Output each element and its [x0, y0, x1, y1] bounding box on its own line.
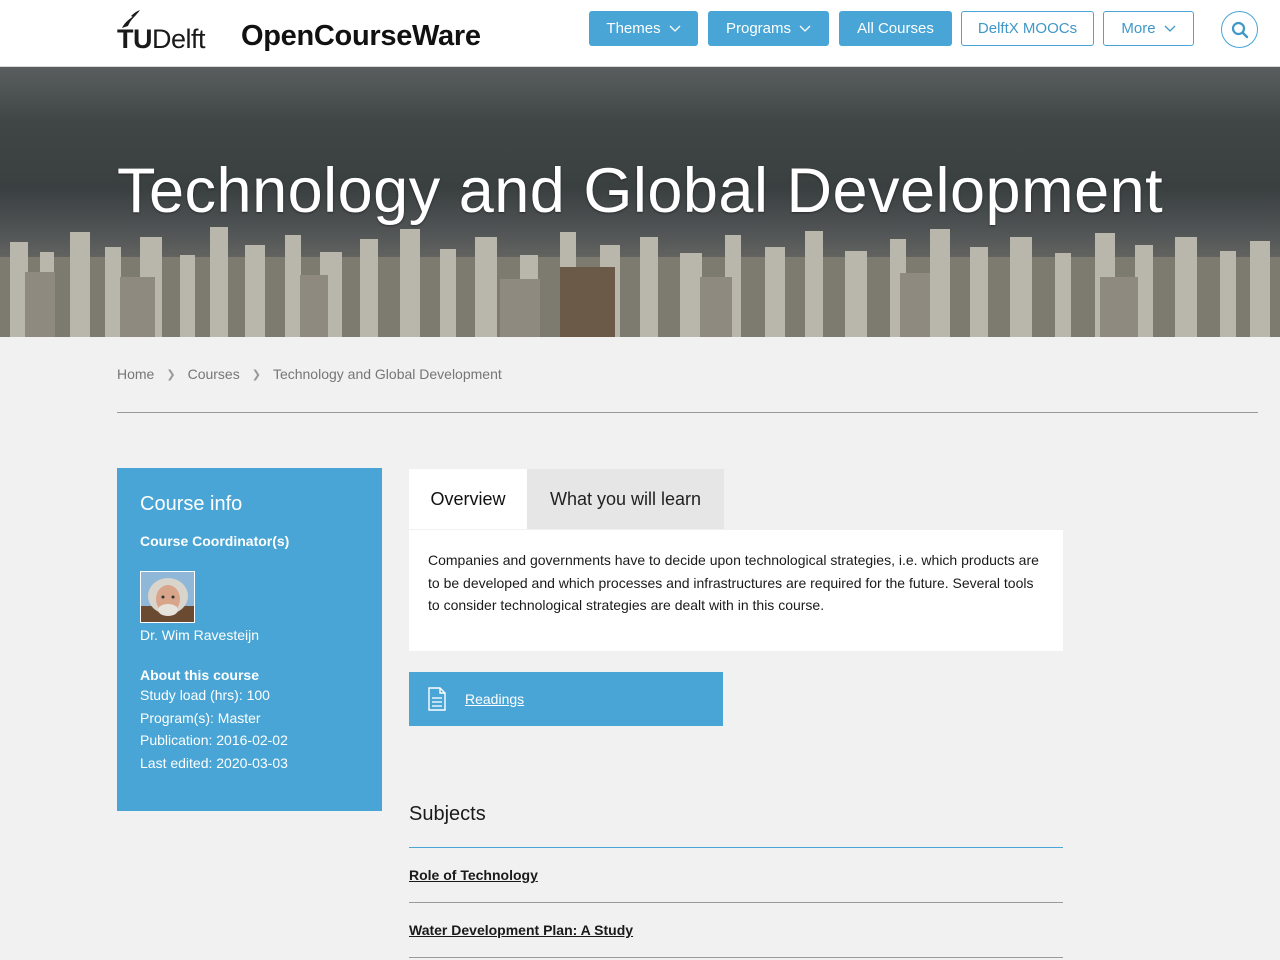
- city-skyline-image: [0, 227, 1280, 337]
- hero-banner: Technology and Global Development: [0, 67, 1280, 337]
- tu-delft-logo[interactable]: TUDelft: [117, 10, 217, 54]
- programs: Program(s): Master: [140, 709, 261, 726]
- coordinator-name: Dr. Wim Ravesteijn: [140, 627, 260, 643]
- chevron-right-icon: ❯: [251, 368, 261, 381]
- site-header: TUDelft OpenCourseWare Themes Programs A…: [0, 0, 1280, 67]
- readings-card[interactable]: Readings: [409, 672, 723, 726]
- nav-all-courses-button[interactable]: All Courses: [839, 11, 952, 46]
- chevron-down-icon: [799, 25, 811, 32]
- subjects-heading: Subjects: [409, 803, 486, 825]
- document-icon: [428, 687, 446, 711]
- nav-delftx-moocs-label: DelftX MOOCs: [977, 20, 1078, 37]
- tab-what-you-will-learn[interactable]: What you will learn: [527, 469, 724, 529]
- nav-more-label: More: [1121, 20, 1156, 37]
- breadcrumb: Home ❯ Courses ❯ Technology and Global D…: [117, 366, 502, 382]
- nav-programs-button[interactable]: Programs: [708, 11, 829, 46]
- breadcrumb-courses[interactable]: Courses: [188, 366, 240, 382]
- tab-overview[interactable]: Overview: [409, 469, 527, 529]
- nav-all-courses-label: All Courses: [857, 20, 934, 37]
- breadcrumb-current: Technology and Global Development: [272, 366, 502, 382]
- subject-item: Water Development Plan: A Study: [409, 903, 1063, 958]
- study-load: Study load (hrs): 100: [140, 687, 270, 703]
- nav-more-button[interactable]: More: [1103, 11, 1194, 46]
- logo-wordmark: TUDelft: [117, 24, 206, 54]
- chevron-right-icon: ❯: [166, 368, 176, 381]
- search-icon: [1231, 21, 1248, 38]
- about-course-label: About this course: [140, 667, 260, 683]
- hero-title: Technology and Global Development: [117, 156, 1164, 226]
- breadcrumb-home[interactable]: Home: [117, 366, 154, 382]
- nav-programs-label: Programs: [725, 20, 792, 37]
- nav-themes-button[interactable]: Themes: [589, 11, 698, 46]
- chevron-down-icon: [669, 25, 681, 32]
- publication-date: Publication: 2016-02-02: [140, 732, 288, 748]
- course-info-title: Course info: [140, 493, 243, 515]
- subject-item: Role of Technology: [409, 848, 1063, 903]
- nav-delftx-moocs-button[interactable]: DelftX MOOCs: [961, 11, 1094, 46]
- overview-panel: Companies and governments have to decide…: [409, 530, 1063, 651]
- coordinator-avatar: [140, 571, 195, 623]
- search-button[interactable]: [1221, 11, 1258, 48]
- nav-themes-label: Themes: [606, 20, 661, 37]
- subject-link-water-development-plan[interactable]: Water Development Plan: A Study: [409, 922, 633, 938]
- overview-text: Companies and governments have to decide…: [428, 552, 1039, 613]
- site-title[interactable]: OpenCourseWare: [241, 20, 481, 53]
- breadcrumb-divider: [117, 412, 1258, 413]
- last-edited-date: Last edited: 2020-03-03: [140, 754, 288, 771]
- chevron-down-icon: [1164, 25, 1176, 32]
- coordinator-label: Course Coordinator(s): [140, 533, 290, 549]
- readings-link[interactable]: Readings: [465, 691, 524, 707]
- course-info-panel: Course info Course Coordinator(s) Dr. Wi…: [117, 468, 382, 811]
- subject-link-role-of-technology[interactable]: Role of Technology: [409, 867, 538, 883]
